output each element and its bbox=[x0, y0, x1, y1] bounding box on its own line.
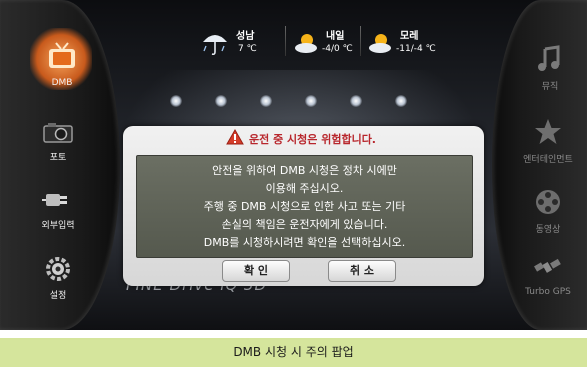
navigation-screen: DMB 포토 외부입력 설정 뮤직 엔터테인먼트 동영상 Turbo GPS 성… bbox=[0, 0, 587, 330]
cloud-sun-icon bbox=[369, 34, 391, 53]
star-icon bbox=[535, 119, 561, 144]
cancel-button[interactable]: 취 소 bbox=[328, 260, 396, 282]
rain-umbrella-icon bbox=[203, 35, 227, 56]
dialog-message-line: DMB를 시청하시려면 확인을 선택하십시오. bbox=[203, 236, 406, 249]
satellite-icon bbox=[534, 258, 561, 273]
confirm-button[interactable]: 확 인 bbox=[222, 260, 290, 282]
weather-divider bbox=[285, 26, 286, 56]
dialog-message-box: 안전을 위하여 DMB 시청은 정차 시에만 이용해 주십시오. 주행 중 DM… bbox=[136, 155, 473, 258]
weather-day-label: 성남 bbox=[236, 31, 255, 42]
stage-light bbox=[260, 95, 272, 107]
dmb-warning-dialog: 운전 중 시청은 위험합니다. 안전을 위하여 DMB 시청은 정차 시에만 이… bbox=[123, 126, 484, 286]
menu-item-video[interactable]: 동영상 bbox=[508, 188, 587, 235]
weather-day-after-tomorrow: 모레 -11/-4 ℃ bbox=[366, 24, 446, 64]
dialog-message-line: 손실의 책임은 운전자에게 있습니다. bbox=[221, 218, 388, 231]
dialog-title: 운전 중 시청은 위험합니다. bbox=[249, 133, 376, 146]
plug-icon bbox=[42, 194, 67, 206]
dialog-message-line: 안전을 위하여 DMB 시청은 정차 시에만 bbox=[212, 164, 397, 177]
stage-light bbox=[305, 95, 317, 107]
weather-divider bbox=[360, 26, 361, 56]
stage-light bbox=[350, 95, 362, 107]
menu-item-settings[interactable]: 설정 bbox=[18, 256, 98, 301]
music-note-icon bbox=[538, 45, 560, 71]
weather-day-label: 모레 bbox=[400, 31, 419, 42]
weather-temp: -4/0 ℃ bbox=[322, 44, 353, 54]
menu-item-external-input[interactable]: 외부입력 bbox=[18, 188, 98, 231]
film-reel-icon bbox=[536, 190, 560, 214]
weather-day-label: 내일 bbox=[326, 31, 345, 42]
gear-icon bbox=[46, 257, 70, 281]
stage-light bbox=[170, 95, 182, 107]
weather-tomorrow: 내일 -4/0 ℃ bbox=[292, 24, 362, 64]
camera-icon bbox=[43, 123, 73, 143]
stage-light bbox=[215, 95, 227, 107]
menu-label-settings: 설정 bbox=[49, 291, 67, 301]
weather-today: 성남 7 ℃ bbox=[200, 24, 280, 64]
tv-icon bbox=[49, 42, 75, 68]
menu-label-turbo-gps: Turbo GPS bbox=[525, 287, 571, 297]
figure-caption: DMB 시청 시 주의 팝업 bbox=[0, 338, 587, 367]
cloud-sun-icon bbox=[295, 34, 317, 53]
menu-label-dmb: DMB bbox=[51, 78, 73, 88]
weather-temp: -11/-4 ℃ bbox=[396, 44, 436, 54]
menu-label-entertainment: 엔터테인먼트 bbox=[523, 155, 573, 165]
menu-item-photo[interactable]: 포토 bbox=[18, 120, 98, 163]
menu-item-entertainment[interactable]: 엔터테인먼트 bbox=[508, 118, 587, 165]
menu-item-music[interactable]: 뮤직 bbox=[510, 45, 587, 92]
menu-label-photo: 포토 bbox=[49, 153, 67, 163]
menu-item-dmb[interactable]: DMB bbox=[22, 42, 102, 88]
weather-temp: 7 ℃ bbox=[238, 44, 257, 54]
menu-label-music: 뮤직 bbox=[541, 82, 559, 92]
menu-label-video: 동영상 bbox=[535, 225, 561, 235]
menu-item-turbo-gps[interactable]: Turbo GPS bbox=[508, 255, 587, 297]
dialog-message-line: 이용해 주십시오. bbox=[265, 182, 344, 195]
menu-label-external-input: 외부입력 bbox=[41, 221, 75, 231]
stage-light bbox=[395, 95, 407, 107]
dialog-message-line: 주행 중 DMB 시청으로 인한 사고 또는 기타 bbox=[203, 200, 406, 213]
